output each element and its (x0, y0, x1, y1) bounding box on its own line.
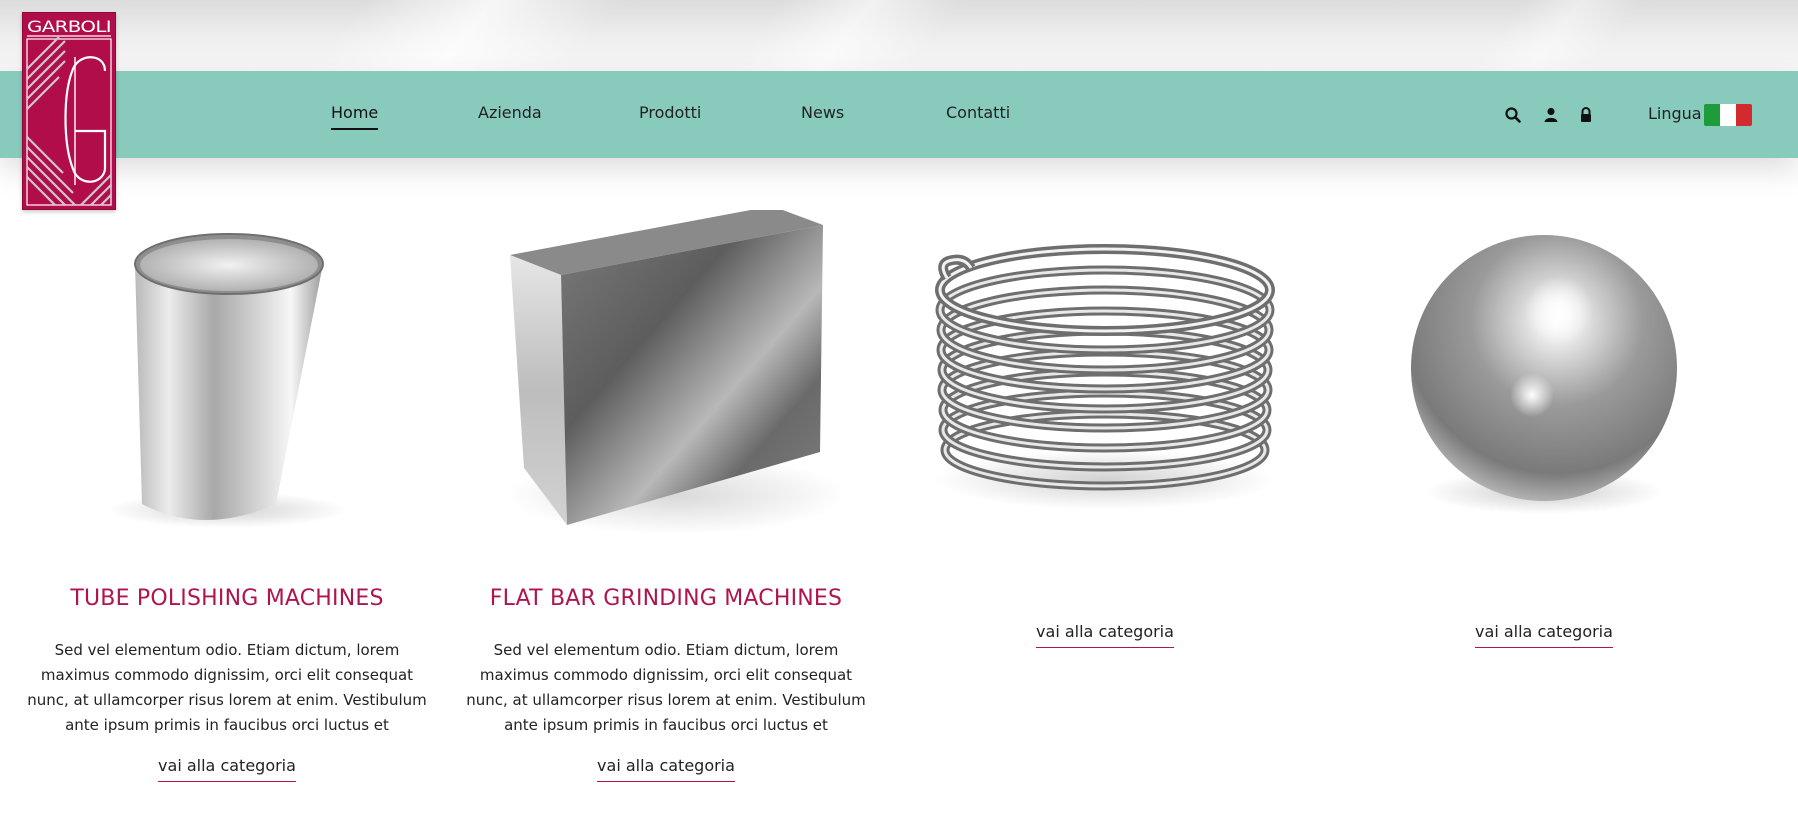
category-link-button[interactable]: vai alla categoria (158, 756, 296, 782)
nav-item-prodotti[interactable]: Prodotti (639, 103, 701, 122)
category-link-button[interactable]: vai alla categoria (1475, 622, 1613, 648)
flat-bar-image (466, 206, 866, 550)
product-card-coil: vai alla categoria (905, 210, 1305, 800)
category-link-button[interactable]: vai alla categoria (597, 756, 735, 782)
category-link-button[interactable]: vai alla categoria (1036, 622, 1174, 648)
logo-wordmark: GARBOLI (27, 17, 111, 36)
language-label: Lingua (1648, 104, 1702, 123)
lock-icon[interactable] (1577, 106, 1595, 124)
main-navbar: Home Azienda Prodotti News Contatti Ling… (0, 71, 1798, 158)
tube-image (27, 210, 427, 550)
product-title: FLAT BAR GRINDING MACHINES (489, 586, 843, 611)
product-title: TUBE POLISHING MACHINES (70, 586, 384, 611)
nav-item-azienda[interactable]: Azienda (478, 103, 542, 122)
product-description: Sed vel elementum odio. Etiam dictum, lo… (466, 641, 866, 734)
search-icon[interactable] (1504, 106, 1522, 124)
nav-item-news[interactable]: News (801, 103, 844, 122)
user-icon[interactable] (1542, 106, 1560, 124)
nav-item-home[interactable]: Home (331, 103, 379, 130)
steel-sphere-image (1344, 210, 1744, 550)
product-description: Sed vel elementum odio. Etiam dictum, lo… (27, 641, 427, 734)
hero-background-strip (0, 0, 1798, 72)
product-card-tube: TUBE POLISHING MACHINES Sed vel elementu… (27, 210, 427, 800)
product-card-flat-bar: FLAT BAR GRINDING MACHINES Sed vel eleme… (466, 206, 866, 800)
product-card-sphere: vai alla categoria (1344, 210, 1744, 800)
italy-flag-icon[interactable] (1704, 104, 1752, 126)
coil-spring-image (905, 210, 1305, 550)
nav-item-contatti[interactable]: Contatti (946, 103, 1010, 122)
garboli-logo[interactable]: GARBOLI (22, 12, 116, 210)
